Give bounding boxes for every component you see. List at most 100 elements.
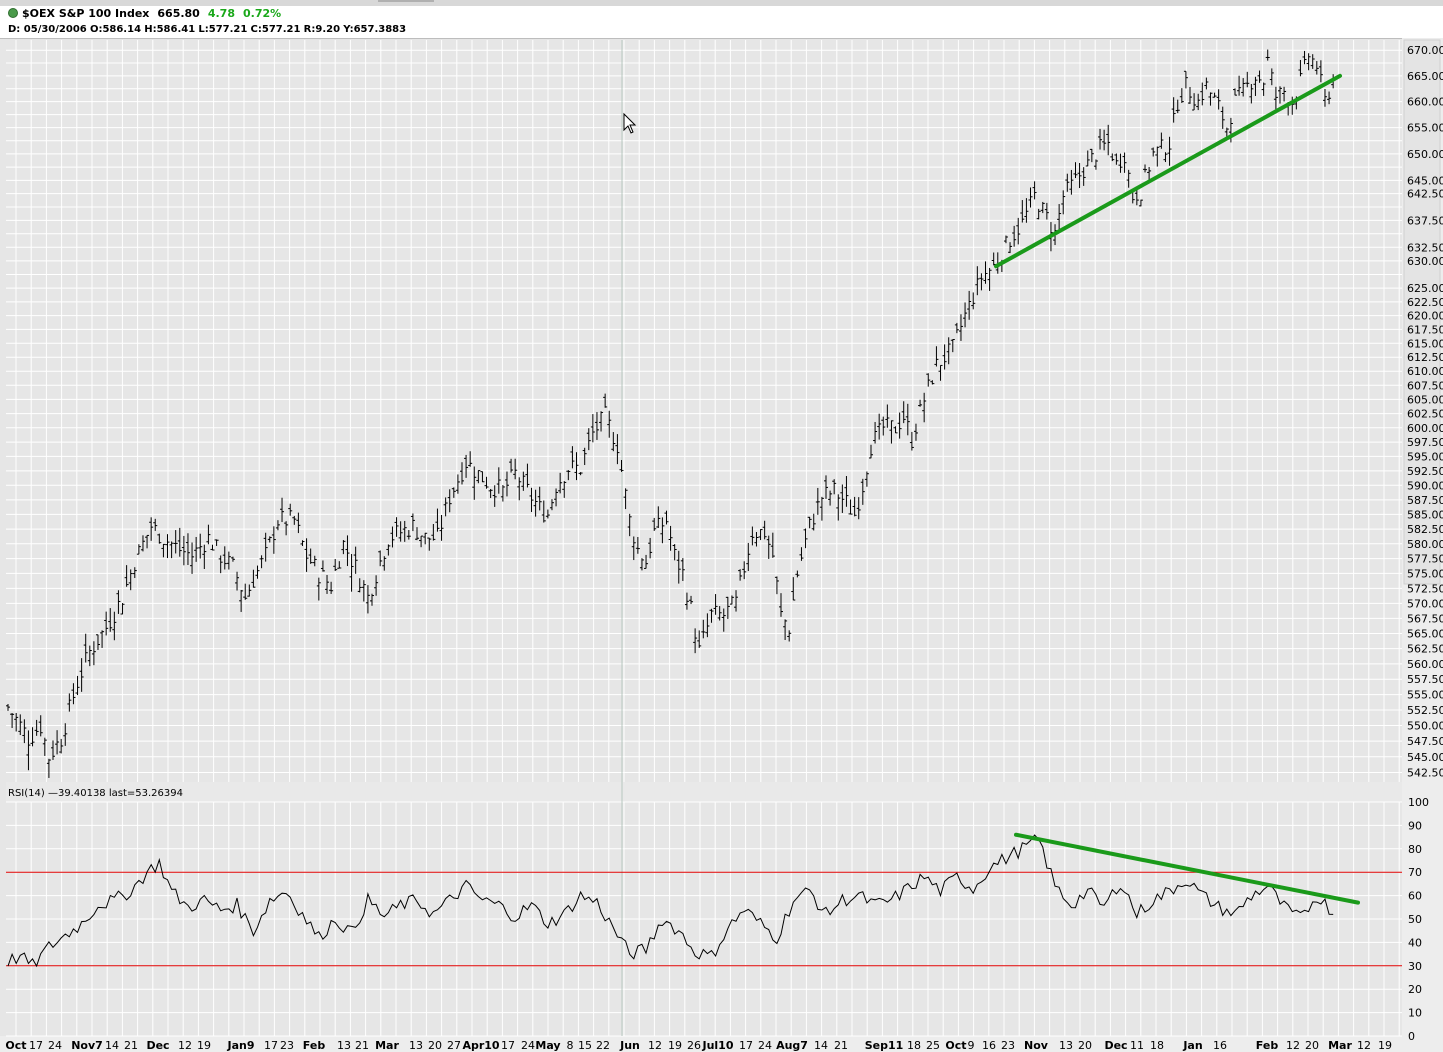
price-tick-label: 605.00	[1407, 393, 1443, 406]
price-tick-label: 585.00	[1407, 508, 1443, 521]
price-tick-label: 602.50	[1407, 408, 1443, 421]
date-tick-label: 8	[567, 1039, 574, 1052]
price-tick-label: 612.50	[1407, 351, 1443, 364]
price-tick-label: 557.50	[1407, 673, 1443, 686]
date-tick-label: Jan9	[226, 1039, 254, 1052]
date-tick-label: 12	[1357, 1039, 1371, 1052]
date-tick-label: 19	[197, 1039, 211, 1052]
price-tick-label: 645.00	[1407, 174, 1443, 187]
price-tick-label: 560.00	[1407, 658, 1443, 671]
price-tick-label: 575.00	[1407, 567, 1443, 580]
price-pane[interactable]	[6, 40, 1402, 782]
price-tick-label: 610.00	[1407, 365, 1443, 378]
chart-canvas[interactable]: 542.50 545.00 547.50 550.00 552.50 555.00 557.…	[0, 0, 1443, 1052]
price-tick-label: 617.50	[1407, 323, 1443, 336]
date-tick-label: 18	[1150, 1039, 1164, 1052]
rsi-tick-label: 50	[1408, 913, 1422, 926]
price-tick-label: 650.00	[1407, 148, 1443, 161]
price-tick-label: 607.50	[1407, 379, 1443, 392]
date-tick-label: Jun	[619, 1039, 640, 1052]
rsi-label: RSI(14) —39.40138 last=53.26394	[8, 788, 183, 799]
price-tick-label: 595.00	[1407, 450, 1443, 463]
date-tick-label: 21	[124, 1039, 138, 1052]
rsi-tick-label: 90	[1408, 819, 1422, 832]
date-tick-label: Apr10	[462, 1039, 499, 1052]
date-tick-label: 17	[501, 1039, 515, 1052]
price-tick-label: 580.00	[1407, 538, 1443, 551]
date-tick-label: 16	[982, 1039, 996, 1052]
price-tick-label: 542.50	[1407, 767, 1443, 780]
price-tick-label: 637.50	[1407, 214, 1443, 227]
date-tick-label: 12	[178, 1039, 192, 1052]
rsi-tick-label: 40	[1408, 936, 1422, 949]
date-tick-label: Dec	[146, 1039, 169, 1052]
date-tick-label: 17	[264, 1039, 278, 1052]
date-tick-label: 14	[105, 1039, 119, 1052]
price-tick-label: 590.00	[1407, 479, 1443, 492]
price-tick-label: 642.50	[1407, 188, 1443, 201]
date-tick-label: May	[535, 1039, 560, 1052]
date-tick-label: Nov	[1024, 1039, 1049, 1052]
date-tick-label: 24	[758, 1039, 772, 1052]
price-tick-label: 622.50	[1407, 296, 1443, 309]
price-tick-label: 567.50	[1407, 612, 1443, 625]
date-tick-label: 18	[907, 1039, 921, 1052]
date-tick-label: 17	[29, 1039, 43, 1052]
price-tick-label: 600.00	[1407, 422, 1443, 435]
date-tick-label: 11	[1130, 1039, 1144, 1052]
date-tick-label: 15	[578, 1039, 592, 1052]
price-axis-labels: 542.50 545.00 547.50 550.00 552.50 555.00 557.…	[1407, 44, 1443, 779]
date-tick-label: 21	[355, 1039, 369, 1052]
date-tick-label: 24	[521, 1039, 535, 1052]
price-tick-label: 615.00	[1407, 337, 1443, 350]
date-tick-label: 13	[409, 1039, 423, 1052]
date-tick-label: 27	[447, 1039, 461, 1052]
rsi-tick-label: 10	[1408, 1007, 1422, 1020]
price-tick-label: 620.00	[1407, 310, 1443, 323]
date-tick-label: 14	[814, 1039, 828, 1052]
price-tick-label: 625.00	[1407, 282, 1443, 295]
price-tick-label: 670.00	[1407, 44, 1443, 57]
rsi-title-strip	[6, 782, 1402, 802]
date-tick-label: 17	[739, 1039, 753, 1052]
date-tick-label: 21	[834, 1039, 848, 1052]
date-tick-label: 20	[428, 1039, 442, 1052]
date-tick-label: 13	[1059, 1039, 1073, 1052]
price-tick-label: 597.50	[1407, 436, 1443, 449]
date-tick-label: 26	[687, 1039, 701, 1052]
rsi-tick-label: 30	[1408, 960, 1422, 973]
price-tick-label: 592.50	[1407, 465, 1443, 478]
price-tick-label: 660.00	[1407, 96, 1443, 109]
price-tick-label: 587.50	[1407, 494, 1443, 507]
date-tick-label: Nov7	[71, 1039, 103, 1052]
date-tick-label: 25	[926, 1039, 940, 1052]
price-tick-label: 632.50	[1407, 241, 1443, 254]
price-tick-label: 630.00	[1407, 255, 1443, 268]
date-tick-label: Feb	[1256, 1039, 1279, 1052]
date-tick-label: 22	[596, 1039, 610, 1052]
price-tick-label: 565.00	[1407, 627, 1443, 640]
rsi-tick-label: 100	[1408, 796, 1429, 809]
rsi-tick-label: 20	[1408, 983, 1422, 996]
date-tick-label: Aug7	[776, 1039, 808, 1052]
date-tick-label: 19	[1378, 1039, 1392, 1052]
date-tick-label: 13	[337, 1039, 351, 1052]
price-tick-label: 582.50	[1407, 523, 1443, 536]
date-tick-label: Jan	[1182, 1039, 1202, 1052]
date-tick-label: 24	[48, 1039, 62, 1052]
price-tick-label: 562.50	[1407, 643, 1443, 656]
date-tick-label: Mar	[1328, 1039, 1352, 1052]
price-tick-label: 552.50	[1407, 704, 1443, 717]
date-tick-label: Mar	[375, 1039, 399, 1052]
date-tick-label: Sep11	[865, 1039, 904, 1052]
rsi-tick-label: 70	[1408, 866, 1422, 879]
date-tick-label: Oct	[5, 1039, 26, 1052]
price-tick-label: 555.00	[1407, 689, 1443, 702]
price-tick-label: 550.00	[1407, 720, 1443, 733]
date-tick-label: Oct	[945, 1039, 966, 1052]
price-tick-label: 570.00	[1407, 597, 1443, 610]
price-tick-label: 572.50	[1407, 582, 1443, 595]
date-tick-label: 20	[1305, 1039, 1319, 1052]
date-tick-label: 12	[1286, 1039, 1300, 1052]
price-tick-label: 577.50	[1407, 553, 1443, 566]
